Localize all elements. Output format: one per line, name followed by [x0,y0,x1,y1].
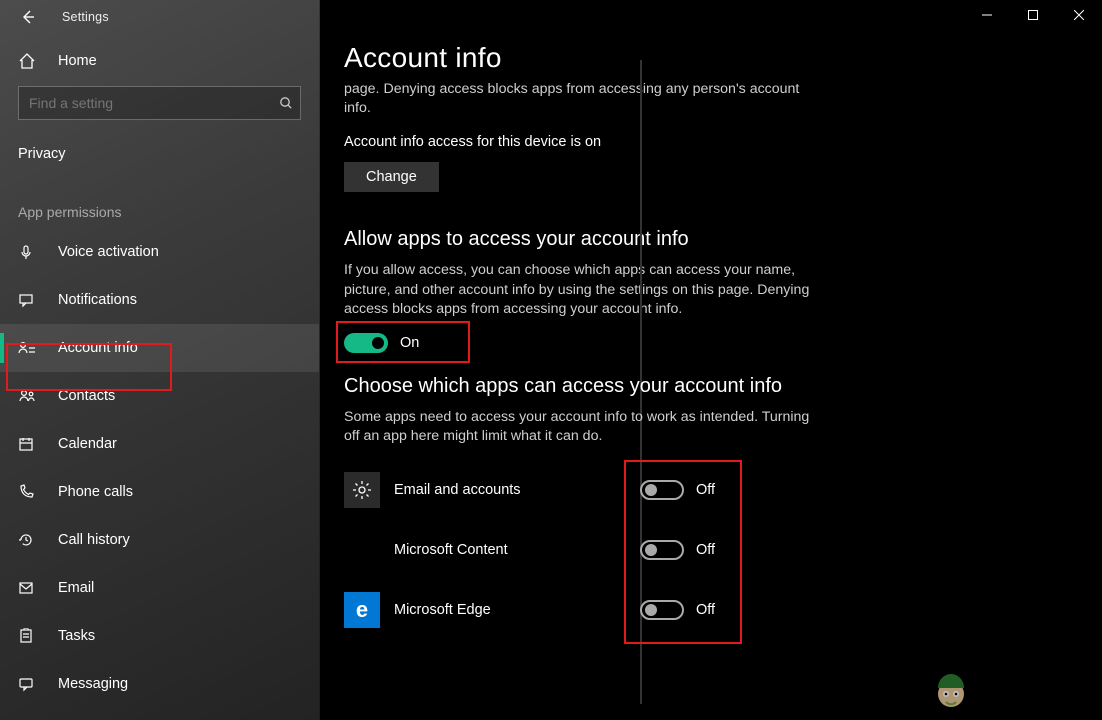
sidebar-item-label: Notifications [58,292,137,308]
settings-window: Settings Home Privacy App permissions Vo… [0,0,1102,720]
search-wrap [18,86,301,120]
gear-icon [344,472,380,508]
page-title: Account info [344,42,810,74]
allow-apps-toggle-label: On [400,335,419,351]
calendar-icon [18,436,38,452]
sidebar-item-notifications[interactable]: Notifications [0,276,319,324]
sidebar-section-label: App permissions [0,180,319,228]
maximize-button[interactable] [1010,0,1056,30]
sidebar-item-label: Calendar [58,436,117,452]
app-toggle-microsoft-edge[interactable] [640,600,684,620]
sidebar-item-phone-calls[interactable]: Phone calls [0,468,319,516]
home-icon [18,52,38,70]
content-pane: Account info page. Denying access blocks… [320,0,1102,720]
titlebar-left: Settings [0,0,319,34]
app-toggle-email-accounts[interactable] [640,480,684,500]
choose-apps-heading: Choose which apps can access your accoun… [344,375,810,398]
app-name: Microsoft Edge [394,602,594,618]
allow-apps-toggle-row: On [344,333,484,353]
sidebar-item-email[interactable]: Email [0,564,319,612]
sidebar-home[interactable]: Home [0,34,319,86]
chat-icon [18,292,38,308]
edge-icon: e [344,592,380,628]
allow-apps-toggle[interactable] [344,333,388,353]
microsoft-logo-icon [344,532,380,568]
search-icon [279,96,293,110]
allow-apps-description: If you allow access, you can choose whic… [344,261,810,319]
sidebar-item-messaging[interactable]: Messaging [0,660,319,708]
sidebar-item-call-history[interactable]: Call history [0,516,319,564]
close-button[interactable] [1056,0,1102,30]
apps-list: Email and accounts Off Microsoft Content… [344,460,810,640]
sidebar-item-label: Phone calls [58,484,133,500]
app-row-microsoft-content: Microsoft Content Off [344,520,810,580]
sidebar: Settings Home Privacy App permissions Vo… [0,0,320,720]
app-name: Email and accounts [394,482,594,498]
tasks-icon [18,628,38,644]
sidebar-item-label: Voice activation [58,244,159,260]
app-toggle-label: Off [696,602,715,618]
sidebar-item-label: Contacts [58,388,115,404]
choose-apps-description: Some apps need to access your account in… [344,408,810,446]
person-list-icon [18,340,38,356]
app-title: Settings [62,10,109,24]
mic-icon [18,244,38,260]
sidebar-item-calendar[interactable]: Calendar [0,420,319,468]
change-button[interactable]: Change [344,162,439,192]
app-name: Microsoft Content [394,542,594,558]
app-row-microsoft-edge: e Microsoft Edge Off [344,580,810,640]
sidebar-item-tasks[interactable]: Tasks [0,612,319,660]
minimize-button[interactable] [964,0,1010,30]
back-button[interactable] [18,7,38,27]
choose-apps-section: Choose which apps can access your accoun… [344,375,810,640]
sidebar-item-label: Account info [58,340,138,356]
app-toggle-microsoft-content[interactable] [640,540,684,560]
content-inner: Account info page. Denying access blocks… [320,0,810,640]
sidebar-category: Privacy [0,138,319,180]
app-row-email-accounts: Email and accounts Off [344,460,810,520]
app-toggle-label: Off [696,542,715,558]
app-toggle-label: Off [696,482,715,498]
sidebar-item-contacts[interactable]: Contacts [0,372,319,420]
window-controls [964,0,1102,34]
sidebar-nav: Voice activation Notifications Account i… [0,228,319,708]
mascot-image [928,668,974,714]
sidebar-item-label: Email [58,580,94,596]
intro-paragraph-fragment: page. Denying access blocks apps from ac… [344,80,810,118]
sidebar-item-label: Messaging [58,676,128,692]
phone-icon [18,484,38,500]
sidebar-item-account-info[interactable]: Account info [0,324,319,372]
sidebar-item-voice-activation[interactable]: Voice activation [0,228,319,276]
sidebar-item-label: Tasks [58,628,95,644]
home-label: Home [58,53,97,69]
search-input[interactable] [18,86,301,120]
sidebar-item-label: Call history [58,532,130,548]
message-icon [18,676,38,692]
history-icon [18,532,38,548]
device-access-status: Account info access for this device is o… [344,134,810,150]
allow-apps-heading: Allow apps to access your account info [344,228,810,251]
contacts-icon [18,388,38,404]
mail-icon [18,580,38,596]
